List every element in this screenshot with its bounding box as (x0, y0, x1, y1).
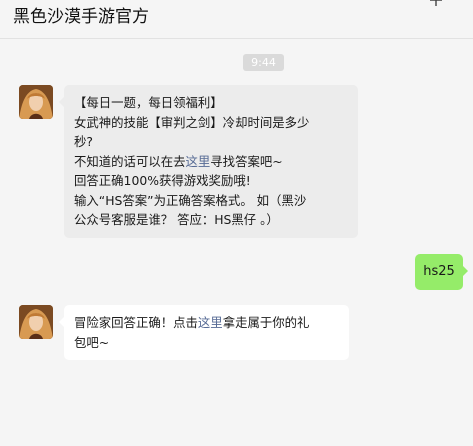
message-line: 女武神的技能【审判之剑】冷却时间是多少 (74, 114, 310, 130)
here-link[interactable]: 这里 (198, 315, 223, 330)
message-line: 公众号客服是谁？ 答应：HS黑仔 。） (74, 212, 279, 227)
message-line: 输入“HS答案”为正确答案格式。 如（黑沙 (74, 192, 307, 208)
message-line: 回答正确100%获得游戏奖励哦! (74, 173, 251, 188)
message-text: 不知道的话可以在去 (74, 153, 186, 169)
timestamp-badge: 9:44 (243, 54, 284, 71)
official-avatar[interactable] (19, 305, 53, 339)
message-line: 【每日一题，每日领福利】 (74, 95, 223, 110)
message-line-with-link: 不知道的话可以在去这里寻找答案吧~ (74, 152, 348, 172)
official-avatar[interactable] (19, 85, 53, 119)
chat-title: 黑色沙漠手游官方 (13, 7, 149, 27)
message-line-with-link: 冒险家回答正确！点击这里拿走属于你的礼 (74, 313, 339, 333)
message-text: 冒险家回答正确！点击 (74, 315, 198, 330)
chat-header: 黑色沙漠手游官方 (0, 0, 473, 39)
sent-message-bubble: hs25 (415, 254, 468, 290)
message-line: 包吧~ (74, 334, 110, 350)
message-text: 寻找答案吧~ (210, 153, 283, 169)
message-line: 秒? (74, 134, 93, 149)
character-avatar-icon (19, 305, 53, 339)
message-text: 拿走属于你的礼 (222, 315, 310, 330)
character-avatar-icon (19, 85, 53, 119)
message-bubble-question: 【每日一题，每日领福利】 女武神的技能【审判之剑】冷却时间是多少 秒? 不知道的… (59, 85, 358, 238)
message-bubble-reply: 冒险家回答正确！点击这里拿走属于你的礼 包吧~ (59, 305, 349, 360)
here-link[interactable]: 这里 (186, 154, 211, 169)
plus-icon[interactable] (429, 0, 443, 7)
